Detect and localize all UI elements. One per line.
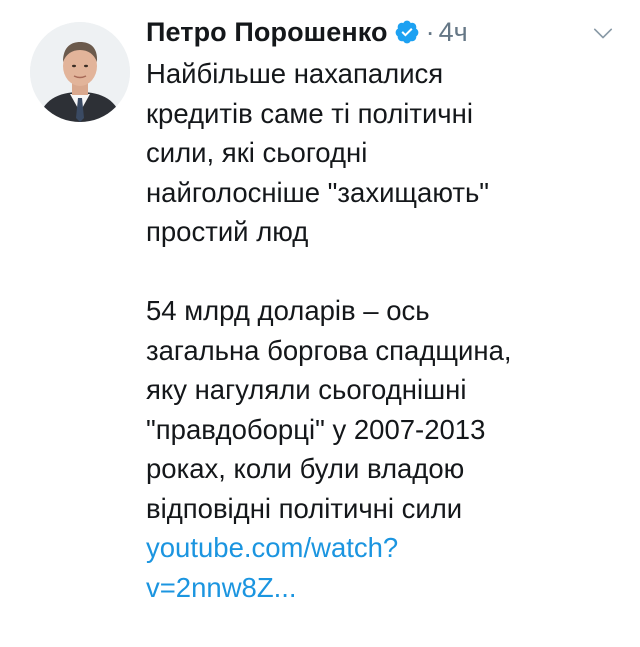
timestamp[interactable]: 4ч <box>439 17 468 48</box>
author-name[interactable]: Петро Порошенко <box>146 17 388 48</box>
text-line: кредитів саме ті політичні <box>146 97 473 129</box>
link-line[interactable]: youtube.com/watch? <box>146 528 626 568</box>
chevron-down-icon[interactable] <box>592 22 614 44</box>
tweet-paragraph-1: Найбільше нахапалися кредитів саме ті по… <box>146 54 626 252</box>
tweet-paragraph-2: 54 млрд доларів – ось загальна боргова с… <box>146 291 626 528</box>
verified-badge-icon <box>395 20 419 44</box>
youtube-link[interactable]: youtube.com/watch? v=2nnw8Z... <box>146 528 626 607</box>
text-line: відповідні політичні сили <box>146 492 463 524</box>
text-line: найголосніше "захищають" <box>146 176 490 208</box>
tweet-header: Петро Порошенко · 4ч <box>146 12 640 52</box>
text-line: 54 млрд доларів – ось <box>146 295 430 326</box>
tweet-text: Найбільше нахапалися кредитів саме ті по… <box>146 54 626 607</box>
text-line: "правдоборці" у 2007-2013 <box>146 413 486 445</box>
text-line: яку нагуляли сьогоднішні <box>146 374 467 405</box>
avatar[interactable] <box>30 22 130 122</box>
tweet[interactable]: Петро Порошенко · 4ч Найбільше нахапалис… <box>0 0 640 647</box>
separator-dot: · <box>425 16 435 47</box>
text-line: простий люд <box>146 216 309 247</box>
link-line[interactable]: v=2nnw8Z... <box>146 568 626 608</box>
text-line: Найбільше нахапалися <box>146 58 444 89</box>
profile-photo-icon <box>30 22 130 122</box>
text-line: роках, коли були владою <box>146 453 465 484</box>
text-line: загальна боргова спадщина, <box>146 334 512 366</box>
text-line: сили, які сьогодні <box>146 137 368 168</box>
